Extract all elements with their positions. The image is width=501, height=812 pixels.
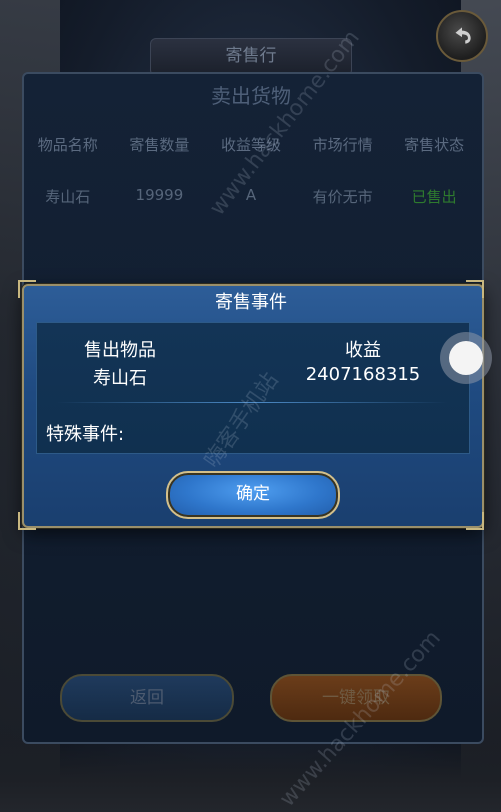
cell-quantity: 19999 — [135, 186, 184, 204]
return-button[interactable]: 返回 — [60, 674, 234, 722]
cell-item-name: 寿山石 — [45, 188, 91, 206]
sold-item-value: 寿山石 — [93, 368, 147, 389]
cell-status-sold: 已售出 — [411, 188, 457, 206]
column-header-quantity: 寄售数量 — [129, 136, 190, 154]
column-header-item-name: 物品名称 — [37, 136, 98, 154]
back-arrow-icon — [455, 27, 471, 44]
column-header-market: 市场行情 — [312, 136, 373, 154]
special-event-label: 特殊事件: — [46, 424, 125, 445]
cell-market: 有价无市 — [312, 188, 373, 206]
table-row: 寿山石 19999 A 有价无市 已售出 — [22, 186, 480, 207]
background-bottom-scene — [0, 732, 501, 812]
income-header: 收益 — [345, 340, 381, 361]
frame-corner-bottom-left — [18, 512, 36, 530]
floating-ball-dot — [449, 341, 483, 375]
confirm-button[interactable]: 确定 — [166, 471, 340, 519]
income-value: 2407168315 — [305, 364, 421, 385]
panel-title: 卖出货物 — [211, 84, 291, 108]
dialog-title: 寄售事件 — [215, 292, 287, 313]
floating-assist-ball[interactable] — [440, 332, 492, 384]
frame-corner-bottom-right — [466, 512, 484, 530]
sold-item-header: 售出物品 — [84, 340, 156, 361]
column-header-status: 寄售状态 — [404, 136, 465, 154]
back-button[interactable] — [436, 10, 488, 62]
